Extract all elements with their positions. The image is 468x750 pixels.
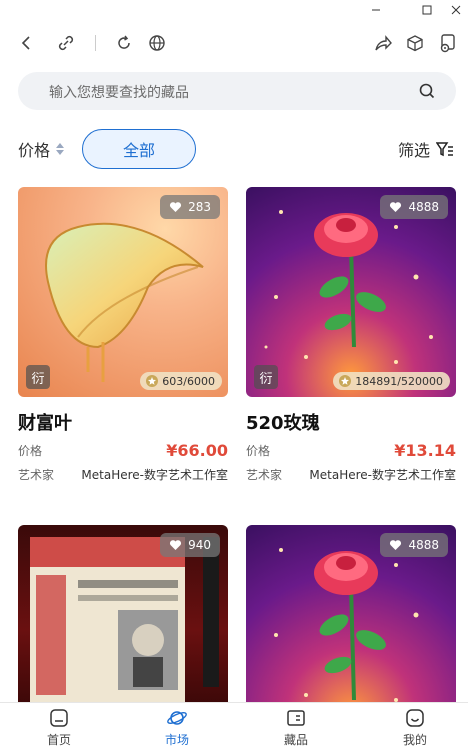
minimize-icon[interactable]: [368, 2, 384, 18]
home-icon: [50, 709, 68, 727]
collectible-card[interactable]: 283 衍 603/6000 财富叶 价格 ¥66.00 艺术家 MetaHer…: [18, 187, 228, 483]
likes-count: 4888: [408, 200, 439, 214]
search-input[interactable]: 输入您想要查找的藏品: [49, 82, 189, 102]
edition-count: 603/6000: [162, 374, 215, 388]
artist-row: 艺术家 MetaHere-数字艺术工作室: [246, 466, 456, 483]
likes-count: 4888: [408, 538, 439, 552]
likes-count: 940: [188, 538, 211, 552]
sort-arrows-icon: [56, 143, 65, 155]
likes-badge: 4888: [380, 533, 448, 557]
toolbar-divider: [95, 35, 96, 51]
likes-badge: 283: [160, 195, 220, 219]
bottom-tab-bar: 首页 市场 藏品 我的: [0, 702, 468, 750]
link-icon[interactable]: [55, 32, 77, 54]
artist-row: 艺术家 MetaHere-数字艺术工作室: [18, 466, 228, 483]
price-value: ¥66.00: [166, 441, 228, 460]
price-label: 价格: [18, 444, 43, 458]
search-icon[interactable]: [418, 82, 436, 100]
star-icon: [146, 375, 159, 387]
heart-icon: [390, 202, 402, 212]
collectible-image: 283 衍 603/6000: [18, 187, 228, 397]
price-sort-button[interactable]: 价格: [18, 137, 65, 161]
refresh-icon[interactable]: [113, 32, 135, 54]
collectible-name: 520玫瑰: [246, 413, 320, 434]
cube-icon[interactable]: [404, 32, 426, 54]
artist-name: MetaHere-数字艺术工作室: [309, 468, 456, 482]
derivative-tag: 衍: [254, 365, 278, 389]
derivative-tag: 衍: [26, 365, 50, 389]
heart-icon: [170, 202, 182, 212]
close-icon[interactable]: [448, 2, 464, 18]
window-controls: [0, 0, 468, 20]
likes-count: 283: [188, 200, 211, 214]
filter-label: 筛选: [397, 141, 430, 160]
filter-bar: 价格 全部 筛选: [0, 128, 468, 170]
heart-icon: [390, 540, 402, 550]
search-bar[interactable]: 输入您想要查找的藏品: [18, 72, 456, 110]
collectible-image: 4888 衍 184891/520000: [246, 187, 456, 397]
price-label: 价格: [246, 444, 271, 458]
artist-label: 艺术家: [18, 468, 55, 482]
edition-badge: 603/6000: [140, 372, 222, 390]
exit-app-icon[interactable]: [437, 32, 459, 54]
all-category-button[interactable]: 全部: [82, 129, 196, 169]
tab-profile[interactable]: 我的: [385, 707, 445, 748]
likes-badge: 4888: [380, 195, 448, 219]
filter-button[interactable]: 筛选: [398, 137, 454, 161]
maximize-icon[interactable]: [419, 2, 435, 18]
share-icon[interactable]: [372, 32, 394, 54]
collectible-card[interactable]: 4888 衍 184891/520000 520玫瑰 价格 ¥13.14 艺术家…: [246, 187, 456, 483]
toolbar: [0, 24, 468, 62]
tab-collection[interactable]: 藏品: [266, 707, 326, 748]
price-row: 价格 ¥66.00: [18, 441, 228, 460]
tab-market[interactable]: 市场: [147, 707, 207, 748]
filter-icon: [436, 142, 453, 157]
artist-name: MetaHere-数字艺术工作室: [81, 468, 228, 482]
price-row: 价格 ¥13.14: [246, 441, 456, 460]
globe-icon[interactable]: [146, 32, 168, 54]
collectible-name: 财富叶: [18, 413, 72, 434]
tab-label: 我的: [402, 733, 427, 747]
planet-icon: [167, 711, 187, 725]
tab-home[interactable]: 首页: [29, 707, 89, 748]
likes-badge: 940: [160, 533, 220, 557]
tab-label: 首页: [46, 733, 71, 747]
edition-count: 184891/520000: [355, 374, 443, 388]
star-icon: [339, 375, 352, 387]
tab-label: 藏品: [283, 733, 308, 747]
price-sort-label: 价格: [18, 141, 51, 160]
artist-label: 艺术家: [246, 468, 283, 482]
back-icon[interactable]: [15, 32, 37, 54]
profile-icon: [406, 709, 424, 727]
collection-icon: [287, 710, 305, 726]
tab-label: 市场: [164, 733, 189, 747]
heart-icon: [170, 540, 182, 550]
price-value: ¥13.14: [394, 441, 456, 460]
edition-badge: 184891/520000: [333, 372, 450, 390]
